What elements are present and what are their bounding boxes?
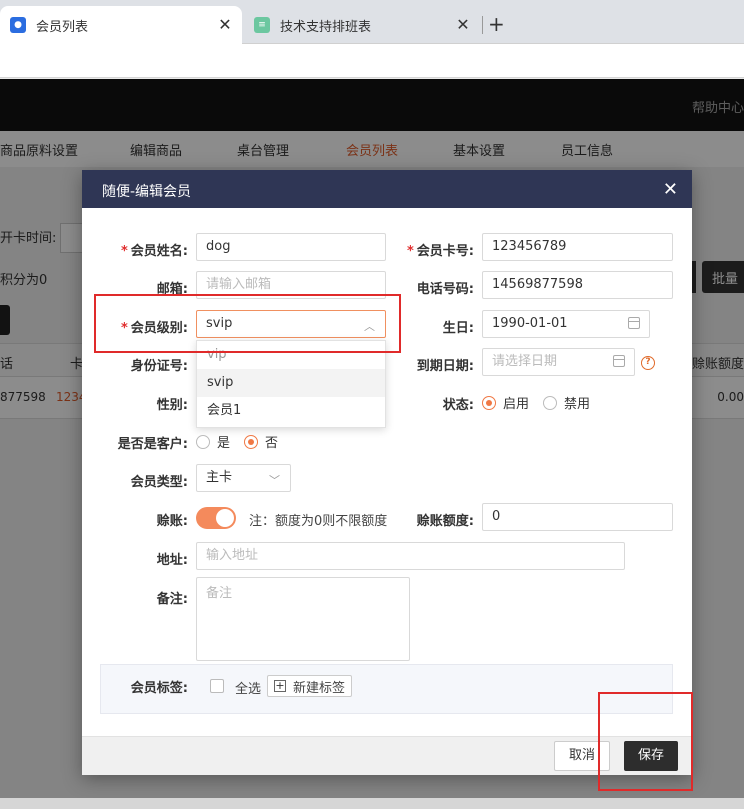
card-no-label: * 会员卡号:	[406, 244, 474, 259]
tab-divider	[482, 16, 483, 34]
question-help-icon[interactable]: ?	[641, 356, 655, 370]
dialog-title: 随便-编辑会员	[102, 184, 192, 200]
is-customer-yes-radio[interactable]: 是	[196, 432, 230, 451]
name-label: * 会员姓名:	[120, 244, 188, 259]
card-number-input[interactable]: 123456789	[482, 233, 673, 261]
radio-checked-icon	[482, 395, 496, 410]
close-tab-icon[interactable]: ✕	[454, 15, 472, 34]
credit-note: 注：额度为0则不限额度	[249, 514, 388, 529]
member-type-label: 会员类型:	[130, 475, 188, 490]
tags-label: 会员标签:	[130, 681, 188, 696]
close-tab-icon[interactable]: ✕	[216, 15, 234, 34]
new-tag-button[interactable]: + 新建标签	[267, 675, 352, 697]
expire-placeholder: 请选择日期	[492, 354, 558, 369]
address-input[interactable]: 输入地址	[196, 542, 625, 570]
expire-date-input[interactable]: 请选择日期	[482, 348, 635, 376]
phone-label: 电话号码:	[416, 282, 474, 297]
tab-label: 技术支持排班表	[280, 19, 372, 35]
is-customer-label: 是否是客户:	[117, 437, 188, 452]
radio-checked-icon	[244, 434, 258, 449]
status-disabled-radio[interactable]: 禁用	[543, 393, 590, 412]
plus-icon: +	[274, 679, 286, 692]
radio-unchecked-icon	[196, 434, 210, 449]
id-card-label: 身份证号:	[130, 359, 188, 374]
credit-limit-input[interactable]: 0	[482, 503, 673, 531]
member-level-dropdown: vip svip 会员1	[196, 340, 386, 428]
level-option-member1[interactable]: 会员1	[197, 397, 385, 425]
birthday-value: 1990-01-01	[492, 316, 568, 331]
birthday-label: 生日:	[442, 321, 474, 336]
site-favicon-icon: ●	[10, 17, 26, 33]
tab-member-list[interactable]: ● 会员列表 ✕	[0, 6, 242, 44]
address-bar[interactable]	[0, 44, 744, 78]
tab-support-schedule[interactable]: ≡ 技术支持排班表 ✕	[244, 6, 480, 44]
new-tab-plus-icon[interactable]: +	[488, 12, 505, 36]
level-highlight-box	[94, 294, 401, 353]
member-type-select[interactable]: 主卡 ﹀	[196, 464, 291, 492]
remark-textarea[interactable]: 备注	[196, 577, 410, 661]
calendar-icon	[628, 317, 640, 329]
member-name-input[interactable]: dog	[196, 233, 386, 261]
status-enabled-radio[interactable]: 启用	[482, 393, 529, 412]
expire-label: 到期日期:	[416, 359, 474, 374]
select-all-label: 全选	[235, 682, 262, 697]
browser-tab-bar: ● 会员列表 ✕ ≡ 技术支持排班表 ✕ +	[0, 0, 744, 44]
status-label: 状态:	[442, 398, 474, 413]
is-customer-no-radio[interactable]: 否	[244, 432, 278, 451]
credit-label: 赊账:	[156, 514, 188, 529]
gender-label: 性别:	[156, 398, 188, 413]
horizontal-scrollbar[interactable]	[0, 798, 744, 809]
save-highlight-box	[598, 692, 693, 791]
level-option-svip[interactable]: svip	[197, 369, 385, 397]
remark-label: 备注:	[156, 592, 188, 607]
toggle-knob	[216, 509, 234, 527]
phone-input[interactable]: 14569877598	[482, 271, 673, 299]
address-label: 地址:	[156, 553, 188, 568]
sheet-favicon-icon: ≡	[254, 17, 270, 33]
radio-unchecked-icon	[543, 395, 557, 410]
member-type-value: 主卡	[206, 470, 233, 485]
dialog-header: 随便-编辑会员 ✕	[82, 170, 692, 208]
birthday-input[interactable]: 1990-01-01	[482, 310, 650, 338]
tab-label: 会员列表	[36, 19, 89, 35]
close-icon[interactable]: ✕	[663, 179, 678, 200]
credit-toggle[interactable]	[196, 507, 236, 529]
chevron-down-icon: ﹀	[269, 474, 280, 487]
credit-limit-label: 赊账额度:	[416, 514, 474, 529]
select-all-checkbox[interactable]	[210, 679, 224, 693]
calendar-icon	[613, 355, 625, 367]
